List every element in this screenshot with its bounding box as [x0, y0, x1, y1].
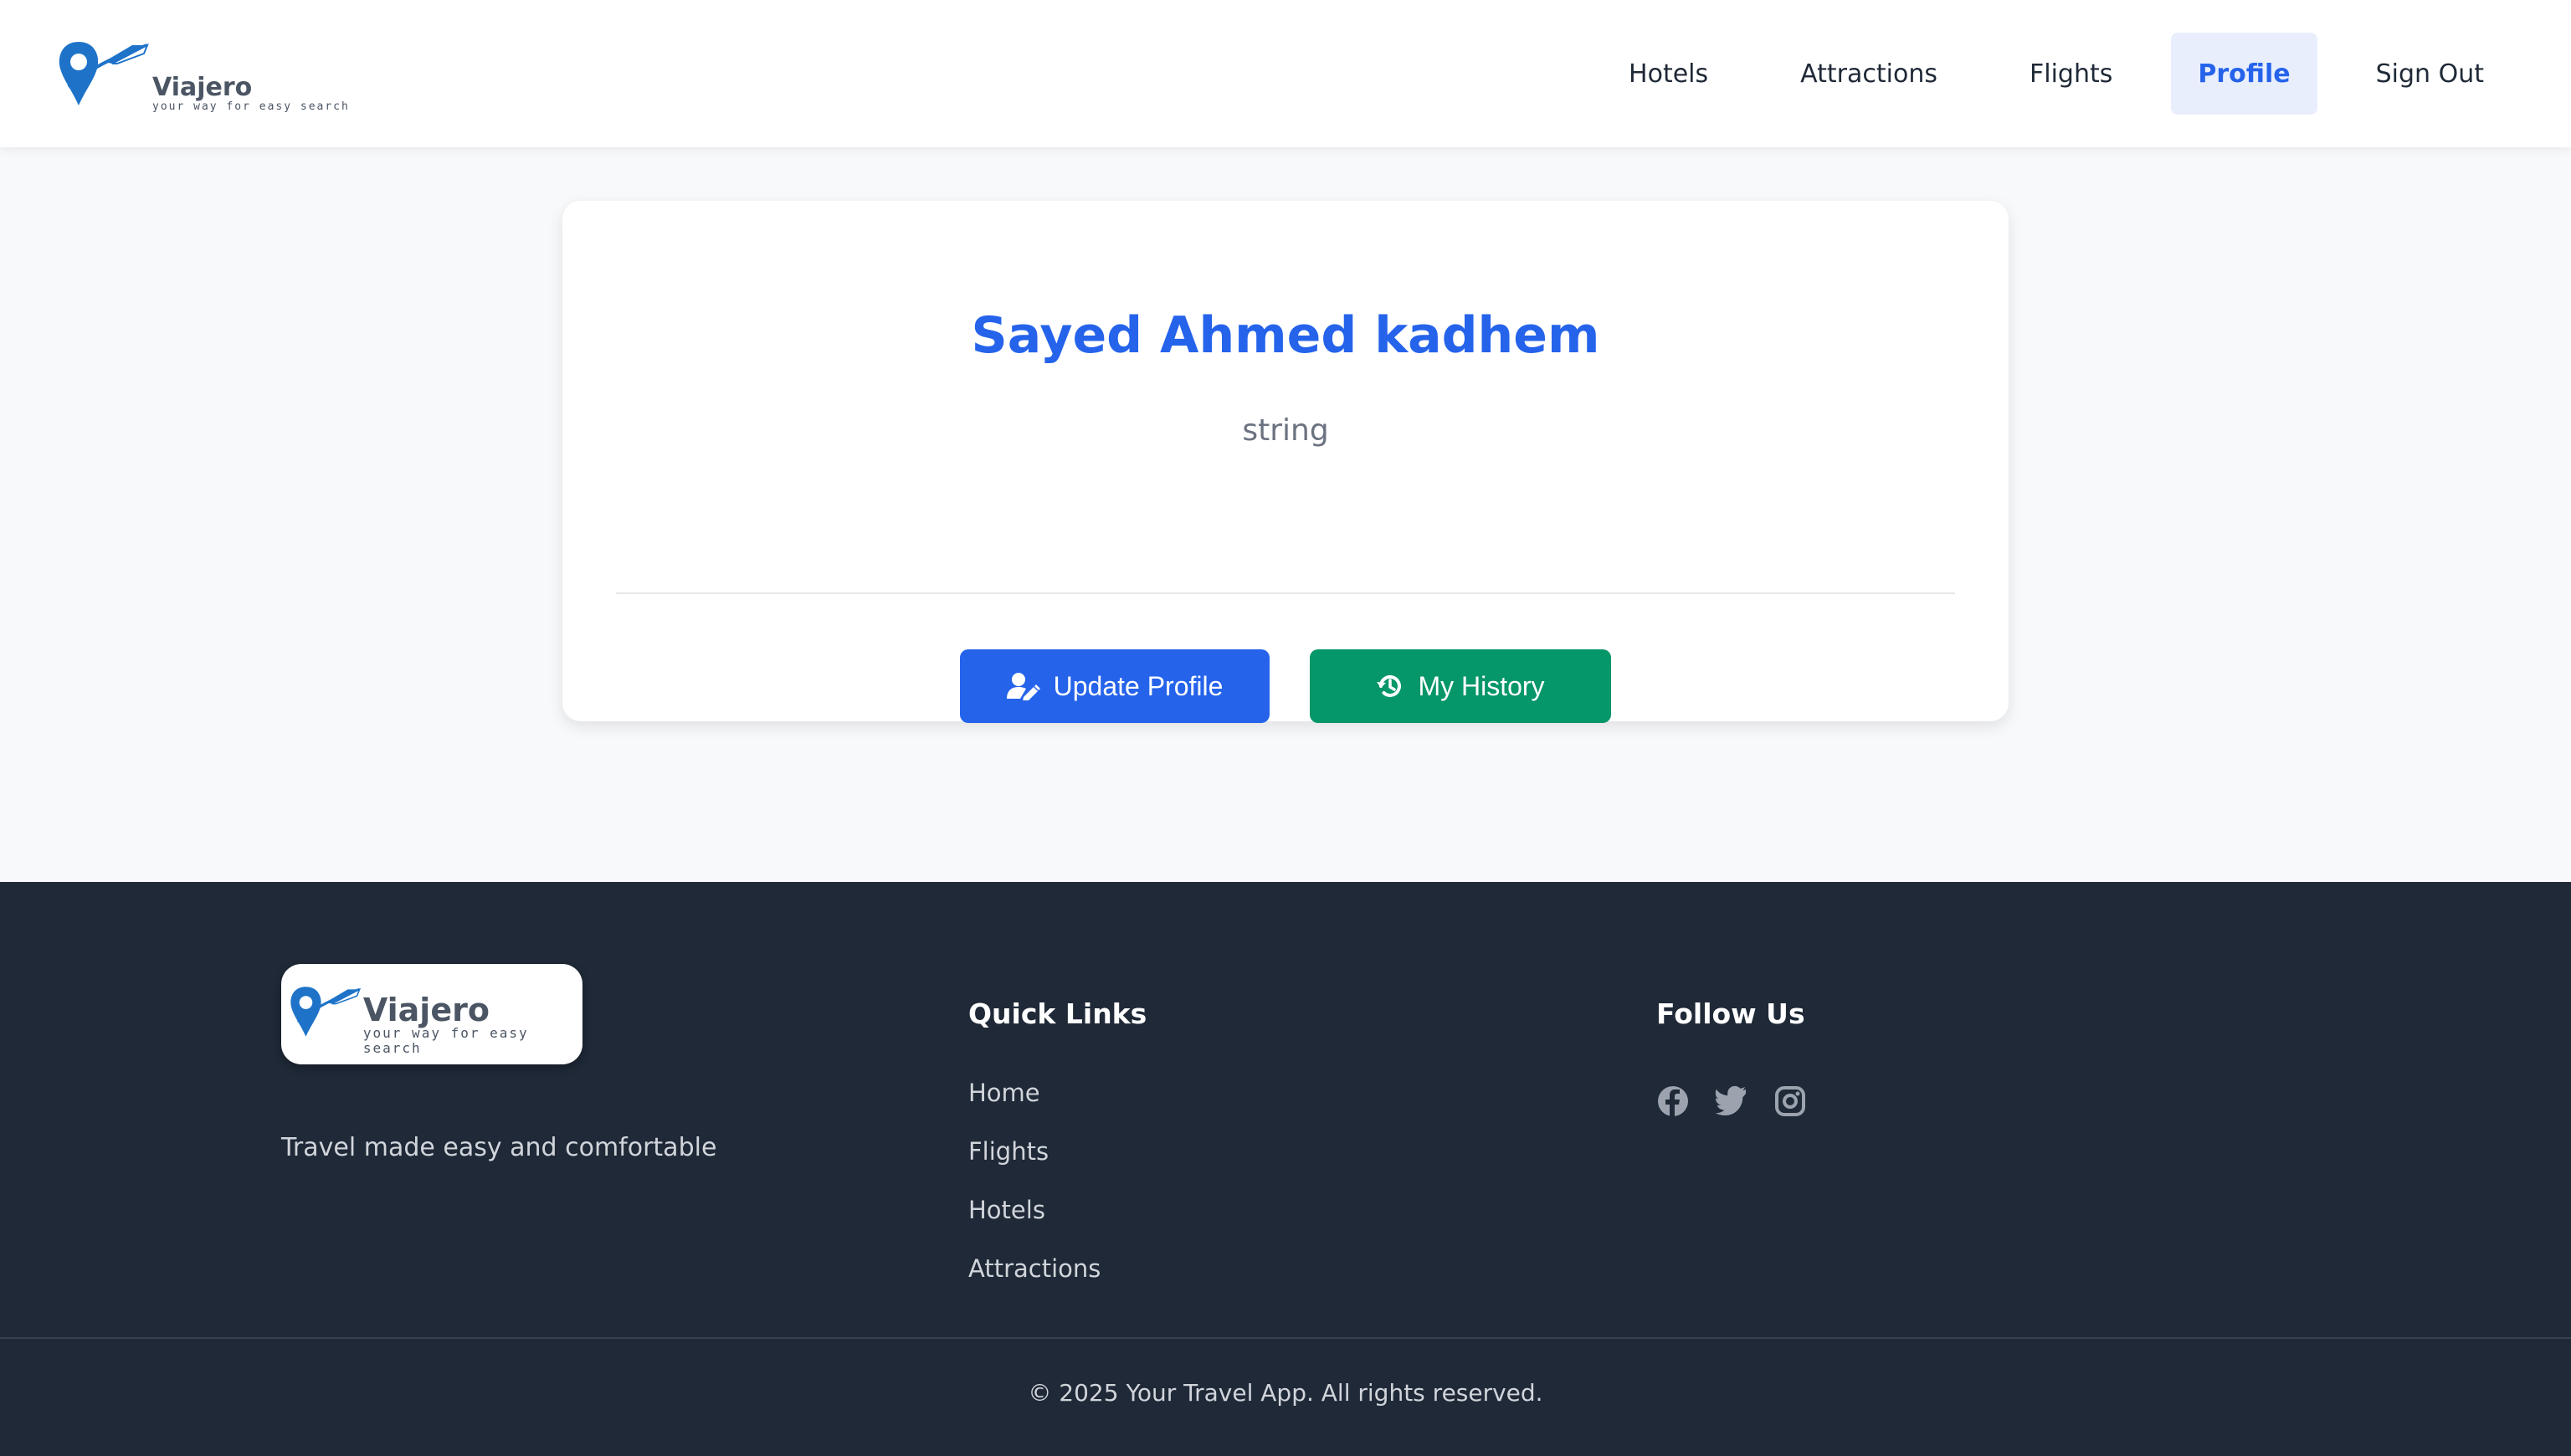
my-history-label: My History	[1418, 670, 1545, 701]
nav-flights[interactable]: Flights	[1996, 33, 2146, 115]
location-plane-logo-icon	[59, 42, 149, 105]
footer-tagline: Travel made easy and comfortable	[281, 1133, 717, 1162]
site-footer: Viajero your way for easy search Travel …	[0, 882, 2571, 1456]
brand-tagline: your way for easy search	[152, 100, 350, 113]
card-divider	[616, 592, 1955, 594]
brand-name: Viajero	[152, 73, 253, 102]
footer-link-hotels[interactable]: Hotels	[968, 1195, 1101, 1253]
footer-brand-name: Viajero	[362, 992, 490, 1028]
footer-link-flights[interactable]: Flights	[968, 1136, 1101, 1195]
profile-subtitle: string	[1242, 413, 1329, 448]
main-nav: Hotels Attractions Flights Profile Sign …	[1595, 33, 2517, 115]
history-icon	[1377, 674, 1402, 697]
profile-name: Sayed Ahmed kadhem	[971, 306, 1600, 365]
social-links	[1656, 1084, 1807, 1118]
main-content: Sayed Ahmed kadhem string Update Profile…	[0, 147, 2571, 882]
facebook-icon[interactable]	[1656, 1084, 1690, 1118]
location-plane-logo-icon	[290, 987, 362, 1037]
user-edit-icon	[1006, 673, 1040, 700]
footer-divider	[0, 1337, 2571, 1339]
footer-brand-logo[interactable]: Viajero your way for easy search	[281, 964, 582, 1064]
footer-brand-tagline: your way for easy search	[362, 1025, 529, 1056]
nav-hotels[interactable]: Hotels	[1595, 33, 1742, 115]
my-history-button[interactable]: My History	[1310, 649, 1611, 723]
brand-logo[interactable]: Viajero your way for easy search	[54, 32, 350, 115]
nav-attractions[interactable]: Attractions	[1767, 33, 1971, 115]
quick-links-list: Home Flights Hotels Attractions	[968, 1078, 1101, 1312]
nav-profile[interactable]: Profile	[2171, 33, 2317, 115]
update-profile-button[interactable]: Update Profile	[960, 649, 1270, 723]
follow-us-heading: Follow Us	[1656, 997, 1805, 1030]
quick-links-heading: Quick Links	[968, 997, 1147, 1030]
update-profile-label: Update Profile	[1053, 670, 1224, 701]
twitter-icon[interactable]	[1715, 1084, 1748, 1118]
profile-card: Sayed Ahmed kadhem string Update Profile…	[562, 201, 2009, 723]
instagram-icon[interactable]	[1773, 1084, 1807, 1118]
footer-link-attractions[interactable]: Attractions	[968, 1253, 1101, 1312]
top-navbar: Viajero your way for easy search Hotels …	[0, 0, 2571, 147]
footer-link-home[interactable]: Home	[968, 1078, 1101, 1136]
brand-text: Viajero your way for easy search	[152, 75, 350, 114]
copyright-text: © 2025 Your Travel App. All rights reser…	[1028, 1379, 1543, 1407]
nav-sign-out[interactable]: Sign Out	[2343, 33, 2517, 115]
footer-brand-text: Viajero your way for easy search	[363, 994, 582, 1056]
